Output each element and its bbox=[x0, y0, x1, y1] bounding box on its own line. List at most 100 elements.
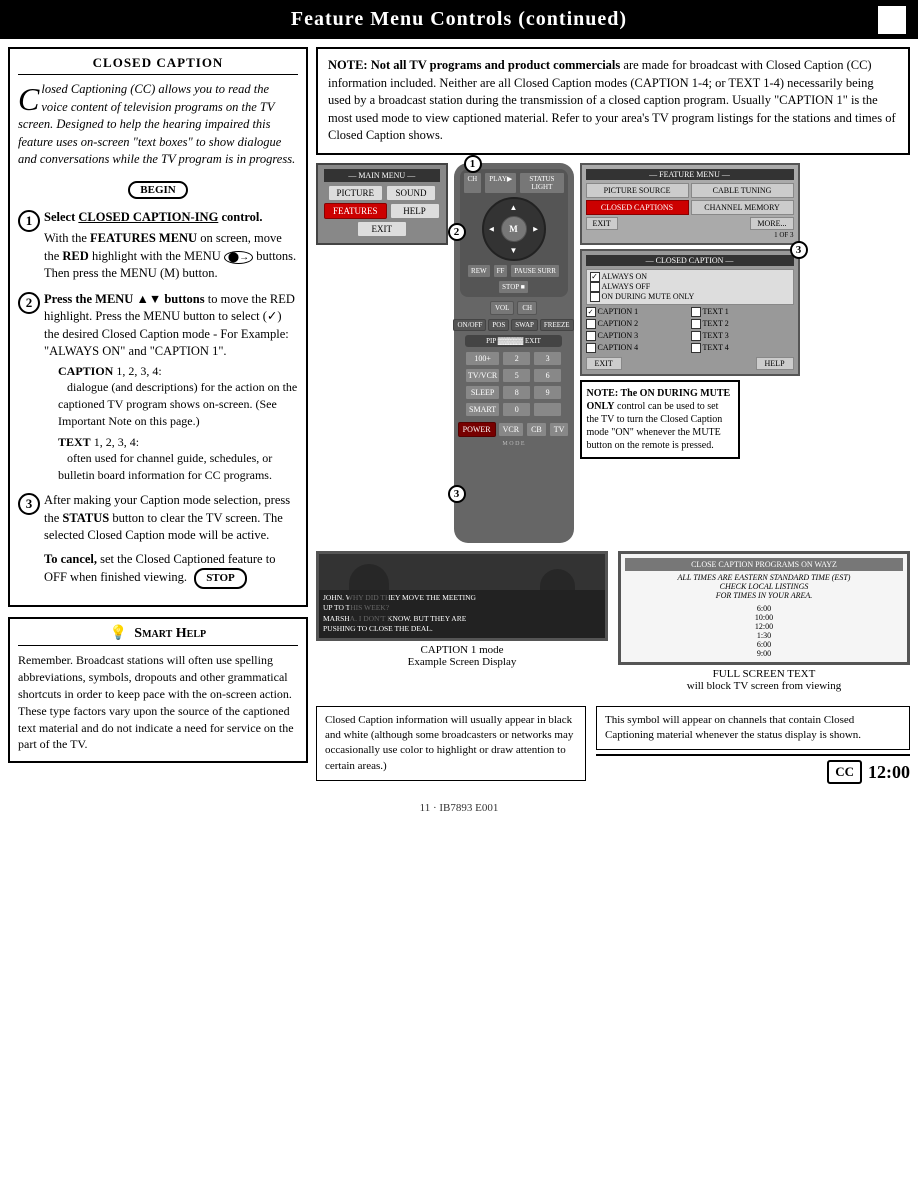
caption-mode-label: CAPTION 1 mode bbox=[316, 644, 608, 656]
step-badge-1: 1 bbox=[464, 155, 482, 173]
cc-help-btn[interactable]: HELP bbox=[756, 357, 794, 370]
cc-cap4-label: CAPTION 4 bbox=[598, 343, 639, 352]
remote-btn-power[interactable]: POWER bbox=[458, 422, 496, 437]
cc-text1-check[interactable] bbox=[691, 307, 701, 317]
caption-desc: CAPTION 1, 2, 3, 4: dialogue (and descri… bbox=[44, 363, 298, 430]
remote-mode-label: M O D E bbox=[502, 441, 524, 447]
nav-arrow-down[interactable]: ▼ bbox=[510, 246, 518, 255]
menu-btn-exit[interactable]: EXIT bbox=[357, 221, 407, 237]
cc-cap3-check[interactable] bbox=[586, 331, 596, 341]
remote-btn-tvvcr[interactable]: TV/VCR bbox=[465, 368, 500, 383]
remote-btn-5[interactable]: 5 bbox=[502, 368, 531, 383]
cc-info-text: Closed Caption information will usually … bbox=[325, 714, 573, 772]
cc-cap4-check[interactable] bbox=[586, 343, 596, 353]
time-5: 6:00 bbox=[625, 640, 903, 649]
step-badge-2: 2 bbox=[448, 223, 466, 241]
cc-always-on-label: ALWAYS ON bbox=[602, 272, 648, 281]
remote-btn-3[interactable]: 3 bbox=[533, 351, 562, 366]
remote-btn-pos[interactable]: POS bbox=[488, 319, 509, 331]
cc-cap3-row: CAPTION 3 bbox=[586, 331, 689, 341]
remote-btn-pause[interactable]: PAUSE SURR bbox=[510, 264, 560, 278]
remote-btn-100[interactable]: 100+ bbox=[465, 351, 500, 366]
cc-text3-check[interactable] bbox=[691, 331, 701, 341]
note-bold: NOTE: Not all TV programs and product co… bbox=[328, 58, 620, 72]
right-screens: — FEATURE MENU — PICTURE SOURCE CABLE TU… bbox=[580, 163, 800, 459]
remote-btn-vol[interactable]: VOL bbox=[490, 301, 514, 315]
menu-btn-features[interactable]: FEATURES bbox=[324, 203, 387, 219]
cc-info-box: Closed Caption information will usually … bbox=[316, 706, 586, 782]
cc-cap2-check[interactable] bbox=[586, 319, 596, 329]
remote-btn-ff[interactable]: FF bbox=[493, 264, 509, 278]
remote-btn-play[interactable]: PLAY▶ bbox=[484, 172, 517, 194]
caption-screen-area: JOHN. WHY DID THEY MOVE THE MEETING UP T… bbox=[316, 551, 608, 668]
cc-cap3-label: CAPTION 3 bbox=[598, 331, 639, 340]
nav-center-m[interactable]: M bbox=[501, 216, 527, 242]
remote-btn-freeze[interactable]: FREEZE bbox=[540, 319, 574, 331]
page: Feature Menu Controls (continued) CLOSED… bbox=[0, 0, 918, 1188]
remote-body: CH PLAY▶ STATUS LIGHT ▲ ▼ ◄ ► bbox=[454, 163, 574, 543]
remote-btn-swap[interactable]: SWAP bbox=[511, 319, 538, 331]
remote-btn-smart[interactable]: SMART bbox=[465, 402, 500, 417]
main-menu-title: — MAIN MENU — bbox=[324, 169, 440, 182]
remote-btn-6[interactable]: 6 bbox=[533, 368, 562, 383]
cc-text4-check[interactable] bbox=[691, 343, 701, 353]
nav-arrow-right[interactable]: ► bbox=[532, 224, 540, 233]
cc-exit-btn[interactable]: EXIT bbox=[586, 357, 622, 370]
step-1-bold: Select CLOSED CAPTION-ING control. bbox=[44, 210, 263, 224]
step-3-num: 3 bbox=[18, 493, 40, 515]
cc-always-off-row: ALWAYS OFF bbox=[590, 282, 790, 292]
header-box bbox=[878, 6, 906, 34]
main-menu-screen: — MAIN MENU — PICTURE SOUND FEATURES HEL… bbox=[316, 163, 448, 245]
cc-always-on-row: ✓ ALWAYS ON bbox=[590, 272, 790, 282]
nav-arrow-up[interactable]: ▲ bbox=[510, 203, 518, 212]
remote-btn-8[interactable]: 8 bbox=[502, 385, 531, 400]
cc-text2-label: TEXT 2 bbox=[703, 319, 729, 328]
menu-btn-help[interactable]: HELP bbox=[390, 203, 440, 219]
remote-btn-onoff[interactable]: ON/OFF bbox=[453, 319, 486, 331]
menu-btn-picture[interactable]: PICTURE bbox=[328, 185, 384, 201]
cc-mute-check[interactable] bbox=[590, 292, 600, 302]
feature-menu-title: — FEATURE MENU — bbox=[586, 169, 794, 180]
remote-btn-stop[interactable]: STOP ■ bbox=[498, 280, 529, 294]
cc-mute-label: ON DURING MUTE ONLY bbox=[602, 292, 695, 301]
drop-cap: C bbox=[18, 83, 39, 115]
cc-intro-text: losed Captioning (CC) allows you to read… bbox=[18, 82, 295, 166]
cc-mute-row: ON DURING MUTE ONLY bbox=[590, 292, 790, 302]
menu-btn-row-2: FEATURES HELP bbox=[324, 203, 440, 219]
remote-btn-ch2[interactable]: CH bbox=[517, 301, 537, 315]
menu-btn-row-3: EXIT bbox=[324, 221, 440, 237]
menu-btn-sound[interactable]: SOUND bbox=[386, 185, 436, 201]
remote-btn-dash[interactable] bbox=[533, 402, 562, 417]
remote-top: CH PLAY▶ STATUS LIGHT ▲ ▼ ◄ ► bbox=[460, 169, 568, 297]
cc-time-display: 12:00 bbox=[868, 762, 910, 783]
cc-menu-wrapper: 3 — CLOSED CAPTION — ✓ ALWAYS ON bbox=[580, 249, 800, 376]
nav-arrow-left[interactable]: ◄ bbox=[488, 224, 496, 233]
remote-btn-rew[interactable]: REW bbox=[467, 264, 491, 278]
figure-1 bbox=[349, 564, 389, 624]
text-desc: TEXT 1, 2, 3, 4: often used for channel … bbox=[44, 434, 298, 484]
smart-help-title: 💡 Smart Help bbox=[18, 625, 298, 646]
remote-btn-sleep[interactable]: SLEEP bbox=[465, 385, 500, 400]
step-2-content: Press the MENU ▲▼ buttons to move the RE… bbox=[44, 291, 298, 485]
feature-more-btn[interactable]: MORE... bbox=[750, 217, 793, 230]
remote-btn-9[interactable]: 9 bbox=[533, 385, 562, 400]
remote-btn-cb[interactable]: CB bbox=[526, 422, 547, 437]
remote-btn-2[interactable]: 2 bbox=[502, 351, 531, 366]
cc-cap1-check[interactable]: ✓ bbox=[586, 307, 596, 317]
cc-bottom-row: Closed Caption information will usually … bbox=[316, 706, 910, 785]
remote-btn-status[interactable]: STATUS LIGHT bbox=[519, 172, 564, 194]
time-1: 6:00 bbox=[625, 604, 903, 613]
cc-always-on-check[interactable]: ✓ bbox=[590, 272, 600, 282]
remote-btn-0[interactable]: 0 bbox=[502, 402, 531, 417]
cc-symbol-area: This symbol will appear on channels that… bbox=[596, 706, 910, 785]
full-screen-sub-label: will block TV screen from viewing bbox=[618, 680, 910, 692]
remote-btn-ch[interactable]: CH bbox=[463, 172, 483, 194]
remote-btn-tv[interactable]: TV bbox=[549, 422, 570, 437]
feature-exit-btn[interactable]: EXIT bbox=[586, 217, 618, 230]
remote-btn-vcr[interactable]: VCR bbox=[498, 422, 524, 437]
step-badge-3: 3 bbox=[448, 485, 466, 503]
cc-always-off-check[interactable] bbox=[590, 282, 600, 292]
cc-text2-check[interactable] bbox=[691, 319, 701, 329]
time-3: 12:00 bbox=[625, 622, 903, 631]
cc-cap2-row: CAPTION 2 bbox=[586, 319, 689, 329]
